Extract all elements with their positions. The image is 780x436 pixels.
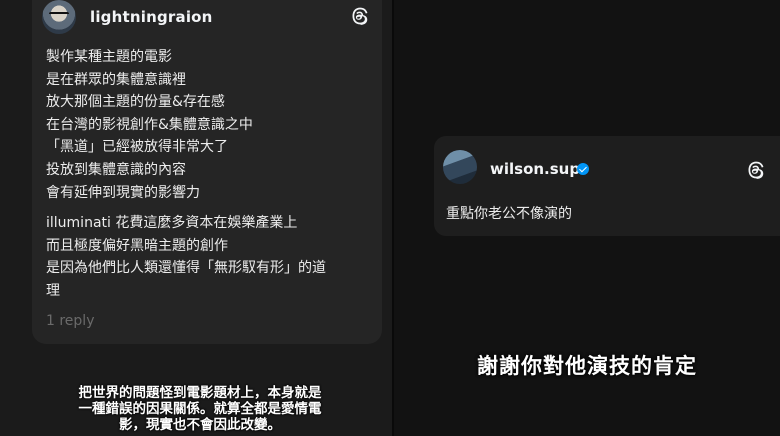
verified-badge-icon <box>577 163 589 175</box>
post-line: 「黑道」已經被放得非常大了 <box>46 139 228 156</box>
post-line: 是因為他們比人類還懂得「無形馭有形」的道 <box>46 260 326 277</box>
subtitle-line: 把世界的問題怪到電影題材上，本身就是 <box>78 385 322 401</box>
avatar[interactable] <box>443 150 477 184</box>
post-line: 是在群眾的集體意識裡 <box>46 71 186 88</box>
post-line: 而且極度偏好黑暗主題的創作 <box>46 237 228 254</box>
right-caption: 謝謝你對他演技的肯定 <box>477 354 697 378</box>
avatar-glasses <box>49 12 69 18</box>
left-post-card: lightningraion 製作某種主題的電影 是在群眾的集體意識裡 放大那個… <box>32 0 382 344</box>
post-body: 製作某種主題的電影 是在群眾的集體意識裡 放大那個主題的份量&存在感 在台灣的影… <box>46 46 366 311</box>
threads-icon <box>352 7 368 25</box>
post-username[interactable]: lightningraion <box>90 8 213 26</box>
post-line: illuminati 花費這麼多資本在娛樂產業上 <box>46 215 298 232</box>
post-paragraph: illuminati 花費這麼多資本在娛樂產業上 而且極度偏好黑暗主題的創作 是… <box>46 212 366 302</box>
post-line: 投放到集體意識的內容 <box>46 161 186 178</box>
post-line: 放大那個主題的份量&存在感 <box>46 94 225 111</box>
left-subtitle: 把世界的問題怪到電影題材上，本身就是 一種錯誤的因果關係。就算全都是愛情電 影，… <box>40 385 360 433</box>
threads-icon <box>748 161 764 179</box>
post-paragraph: 製作某種主題的電影 是在群眾的集體意識裡 放大那個主題的份量&存在感 在台灣的影… <box>46 46 366 204</box>
post-line: 在台灣的影視創作&集體意識之中 <box>46 116 253 133</box>
right-post-card: wilson.sup 重點你老公不像演的 <box>434 136 780 236</box>
avatar[interactable] <box>42 0 76 34</box>
subtitle-line: 一種錯誤的因果關係。就算全都是愛情電 <box>78 401 322 417</box>
post-username[interactable]: wilson.sup <box>490 160 580 178</box>
reply-count-link[interactable]: 1 reply <box>46 313 94 329</box>
subtitle-line: 影，現實也不會因此改變。 <box>119 417 281 433</box>
post-line: 製作某種主題的電影 <box>46 49 172 65</box>
post-line: 會有延伸到現實的影響力 <box>46 184 200 201</box>
post-line: 理 <box>46 282 60 299</box>
reply-text: 重點你老公不像演的 <box>446 206 572 222</box>
